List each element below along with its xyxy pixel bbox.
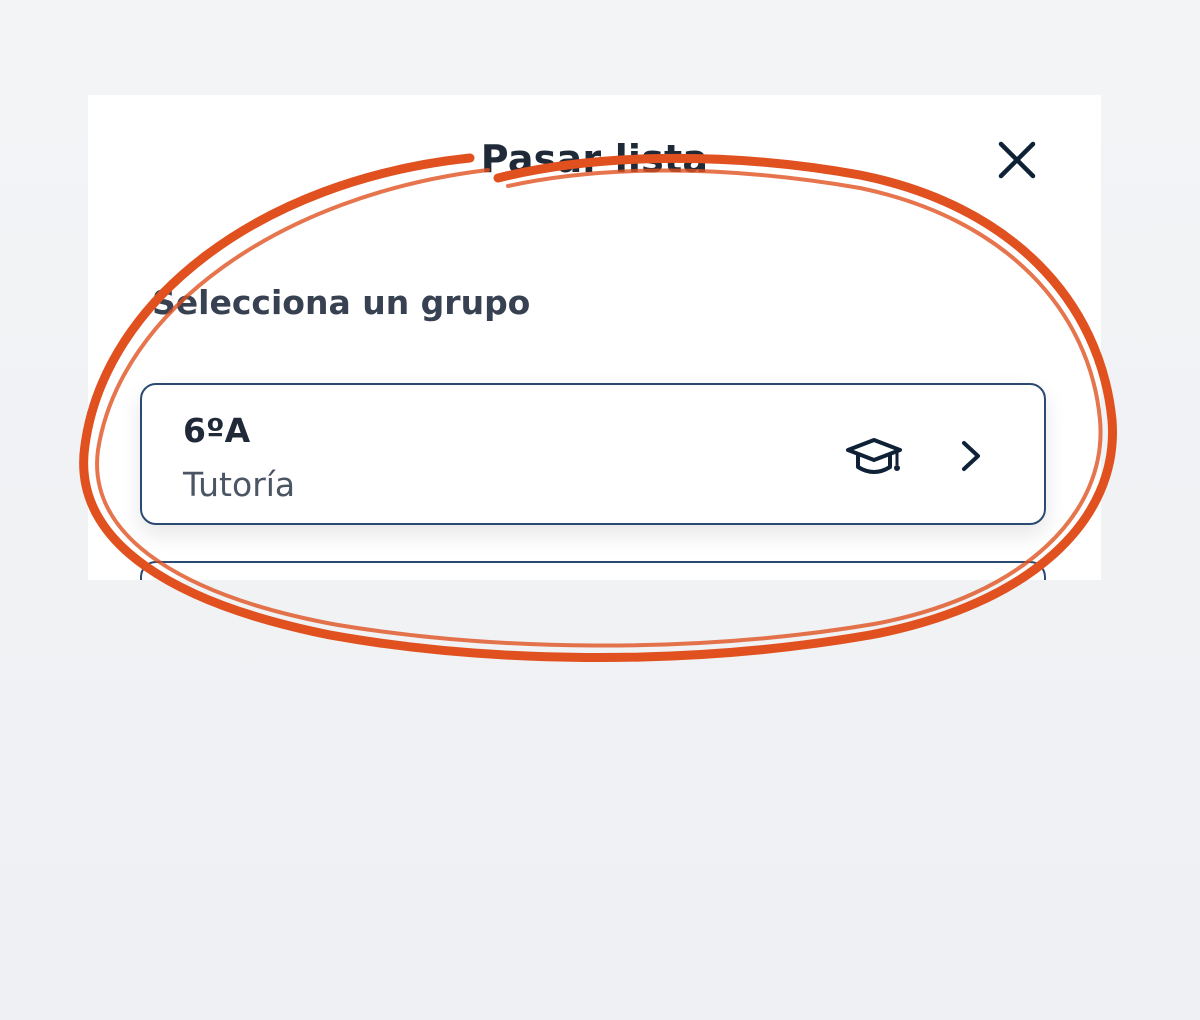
group-card-partial[interactable] xyxy=(140,561,1046,580)
group-name: 6ºA xyxy=(183,411,251,450)
group-card[interactable]: 6ºA Tutoría xyxy=(140,383,1046,525)
group-role: Tutoría xyxy=(183,465,296,504)
bottom-sheet: Pasar lista Selecciona un grupo 6ºA Tuto… xyxy=(88,95,1101,580)
section-label: Selecciona un grupo xyxy=(152,283,531,322)
close-icon xyxy=(998,141,1036,179)
graduation-cap-icon xyxy=(846,438,902,474)
chevron-right-icon xyxy=(962,441,980,471)
close-button[interactable] xyxy=(992,135,1042,185)
sheet-title: Pasar lista xyxy=(480,137,709,181)
